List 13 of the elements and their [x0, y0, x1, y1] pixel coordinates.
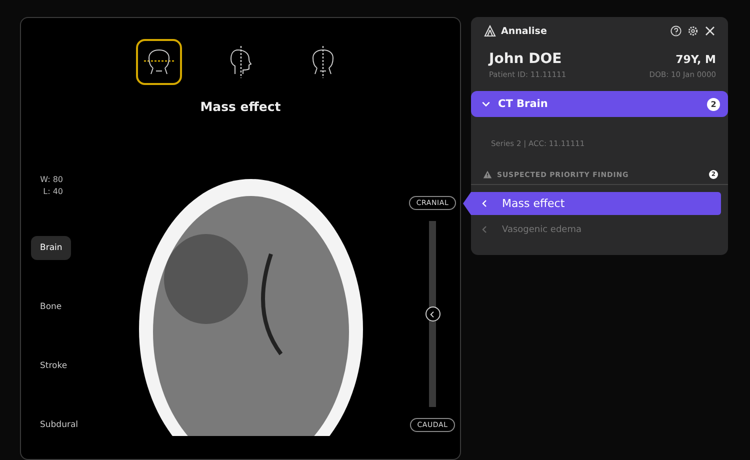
count-badge: 2 [707, 98, 720, 110]
preset-button[interactable]: Stroke [31, 354, 76, 378]
preset-button[interactable]: Brain [31, 236, 72, 260]
brand-name: Annalise [501, 26, 548, 36]
window-level-label: W: 80 [39, 174, 63, 186]
preset-button[interactable]: Subdural [31, 413, 88, 437]
patient-name: John DOE [489, 51, 562, 67]
finding-item[interactable]: Mass effect [463, 192, 721, 215]
viewer-title: Mass effect [199, 99, 282, 114]
study-header[interactable]: CT Brain 2 [471, 91, 728, 117]
window-level-label: L: 40 [42, 186, 63, 198]
patient-age-sex: 79Y, M [676, 53, 716, 67]
preset-button[interactable]: Bone [31, 295, 71, 319]
